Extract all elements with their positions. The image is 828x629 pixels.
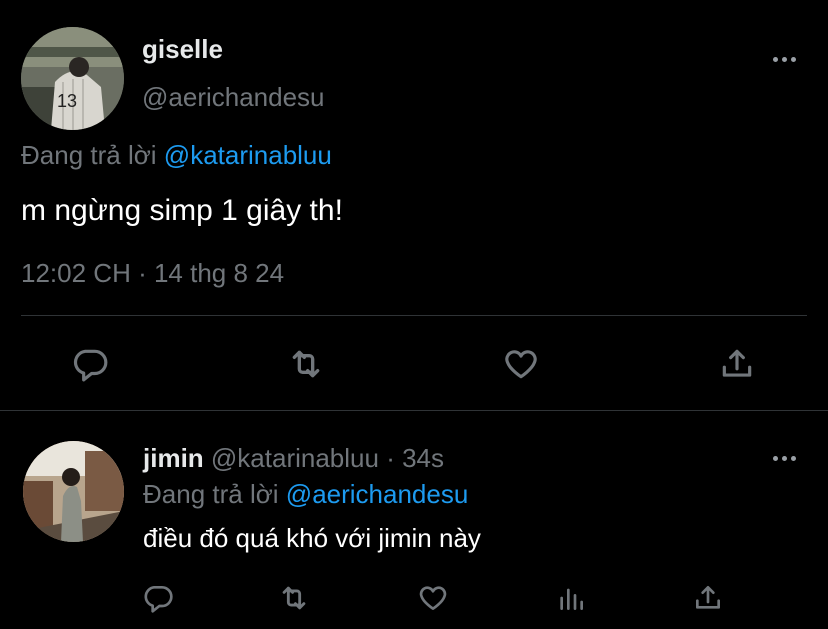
replying-to-handle[interactable]: @katarinabluu [164,140,332,170]
divider [0,410,828,411]
retweet-icon[interactable] [286,344,326,384]
share-icon[interactable] [690,580,726,616]
main-tweet: 13 giselle @aerichandesu Đang trả lời @k… [0,0,828,410]
reply-time[interactable]: · 34s [386,443,444,473]
tweet-timestamp[interactable]: 12:02 CH · 14 thg 8 24 [21,258,284,289]
user-handle[interactable]: @aerichandesu [142,82,325,113]
reply-icon[interactable] [70,344,110,384]
analytics-icon[interactable] [553,580,589,616]
user-avatar[interactable]: 13 [21,27,124,130]
reply-tweet-text: điều đó quá khó với jimin này [143,523,481,553]
reply-icon[interactable] [140,580,176,616]
like-icon[interactable] [415,580,451,616]
reply-replying-to: Đang trả lời @aerichandesu [143,479,468,510]
replying-to-handle[interactable]: @aerichandesu [286,479,469,509]
svg-text:13: 13 [57,91,77,111]
more-options-icon[interactable] [773,57,796,62]
tweet-text: m ngừng simp 1 giây th! [21,194,343,227]
share-icon[interactable] [717,344,757,384]
replying-to: Đang trả lời @katarinabluu [21,140,332,171]
reply-display-name[interactable]: jimin [143,443,204,473]
more-options-icon[interactable] [773,456,796,461]
display-name[interactable]: giselle [142,34,223,65]
reply-header: jimin @katarinabluu · 34s [143,443,444,474]
retweet-icon[interactable] [276,580,312,616]
like-icon[interactable] [501,344,541,384]
replying-label: Đang trả lời [143,479,279,509]
divider [21,315,807,316]
reply-user-handle[interactable]: @katarinabluu [211,443,379,473]
replying-label: Đang trả lời [21,140,157,170]
reply-user-avatar[interactable] [23,441,124,542]
